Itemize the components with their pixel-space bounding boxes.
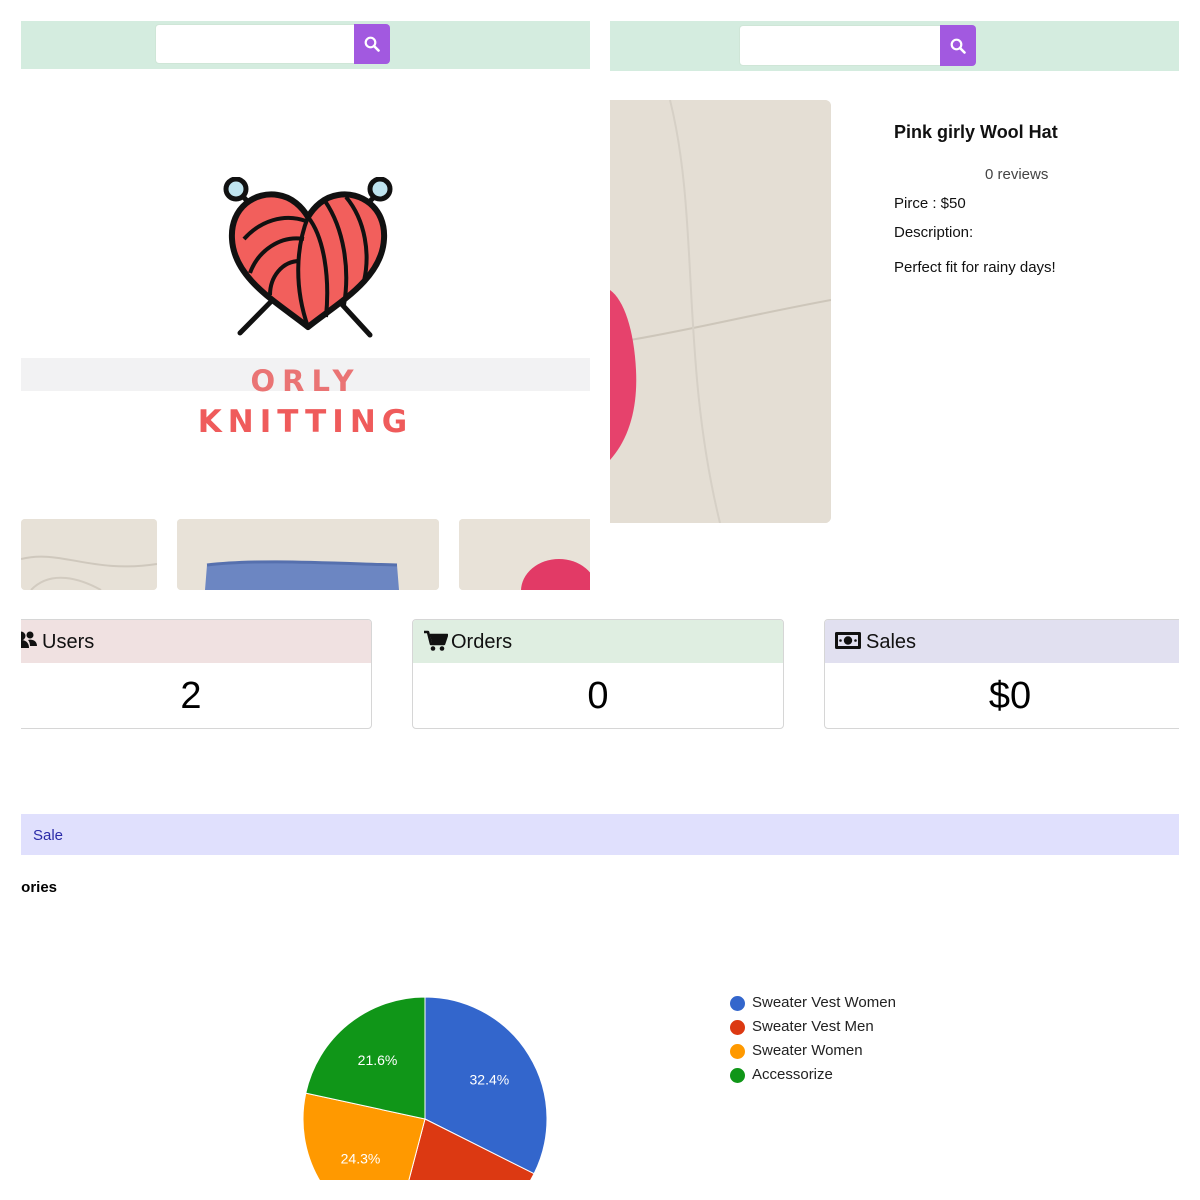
legend-dot-icon (730, 996, 745, 1011)
orders-value: 0 (587, 675, 609, 717)
legend-dot-icon (730, 1068, 745, 1083)
product-image[interactable] (610, 100, 831, 523)
pie-slice-label: 32.4% (470, 1071, 510, 1087)
sales-card-header: Sales (825, 620, 1195, 663)
search-icon (364, 36, 380, 52)
product-description: Perfect fit for rainy days! (894, 259, 1056, 276)
cart-icon (424, 630, 448, 651)
hat-photo-icon (610, 100, 831, 523)
product-reviews[interactable]: 0 reviews (985, 166, 1048, 183)
brand-name-line2: KNITTING (197, 404, 414, 440)
fabric-photo-icon (21, 519, 157, 590)
search-icon (950, 38, 966, 54)
product-thumbnail[interactable] (177, 519, 439, 590)
pie-slice-label: 24.3% (341, 1151, 381, 1167)
sales-value: $0 (988, 675, 1032, 717)
search-input-left[interactable] (155, 24, 355, 64)
crop-edge-left (0, 0, 21, 1200)
sales-label: Sales (866, 631, 917, 653)
search-bar-right (610, 21, 1179, 71)
legend-label: Sweater Vest Men (752, 1018, 874, 1035)
legend-label: Accessorize (752, 1066, 833, 1083)
search-input-right[interactable] (739, 25, 941, 66)
orders-stat-card: Orders 0 (412, 619, 784, 729)
users-value: 2 (180, 675, 202, 717)
orders-label: Orders (451, 631, 513, 653)
money-icon (835, 632, 861, 649)
home-hero: ORLY KNITTING (21, 69, 590, 590)
sale-tab[interactable]: Sale (33, 827, 63, 844)
product-price: Pirce : $50 (894, 195, 966, 212)
legend-label: Sweater Vest Women (752, 994, 896, 1011)
product-name: Pink girly Wool Hat (894, 122, 1058, 142)
search-button-right[interactable] (940, 25, 976, 66)
legend-dot-icon (730, 1020, 745, 1035)
search-button-left[interactable] (354, 24, 390, 64)
product-thumbnail[interactable] (459, 519, 590, 590)
brand-name-line1: ORLY (250, 364, 361, 398)
crop-edge-right (1179, 0, 1200, 1200)
users-label: Users (42, 631, 95, 653)
legend-label: Sweater Women (752, 1042, 863, 1059)
search-bar-left (21, 21, 590, 69)
crop-edge-bottom (0, 1180, 1200, 1200)
sales-stat-card: Sales $0 (824, 619, 1196, 729)
product-description-label: Description: (894, 224, 974, 241)
legend-dot-icon (730, 1044, 745, 1059)
orders-card-header: Orders (413, 620, 783, 663)
hat-photo-icon (459, 519, 590, 590)
yarn-heart-logo-icon (223, 177, 393, 338)
users-card-header: Users (11, 620, 371, 663)
product-thumbnail[interactable] (21, 519, 157, 590)
users-stat-card: Users 2 (10, 619, 372, 729)
pie-slice-label: 21.6% (358, 1052, 398, 1068)
sale-bar: Sale (21, 814, 1179, 855)
categories-pie-chart: 32.4% 24.3% 21.6% (302, 996, 548, 1185)
sweater-photo-icon (177, 519, 439, 590)
